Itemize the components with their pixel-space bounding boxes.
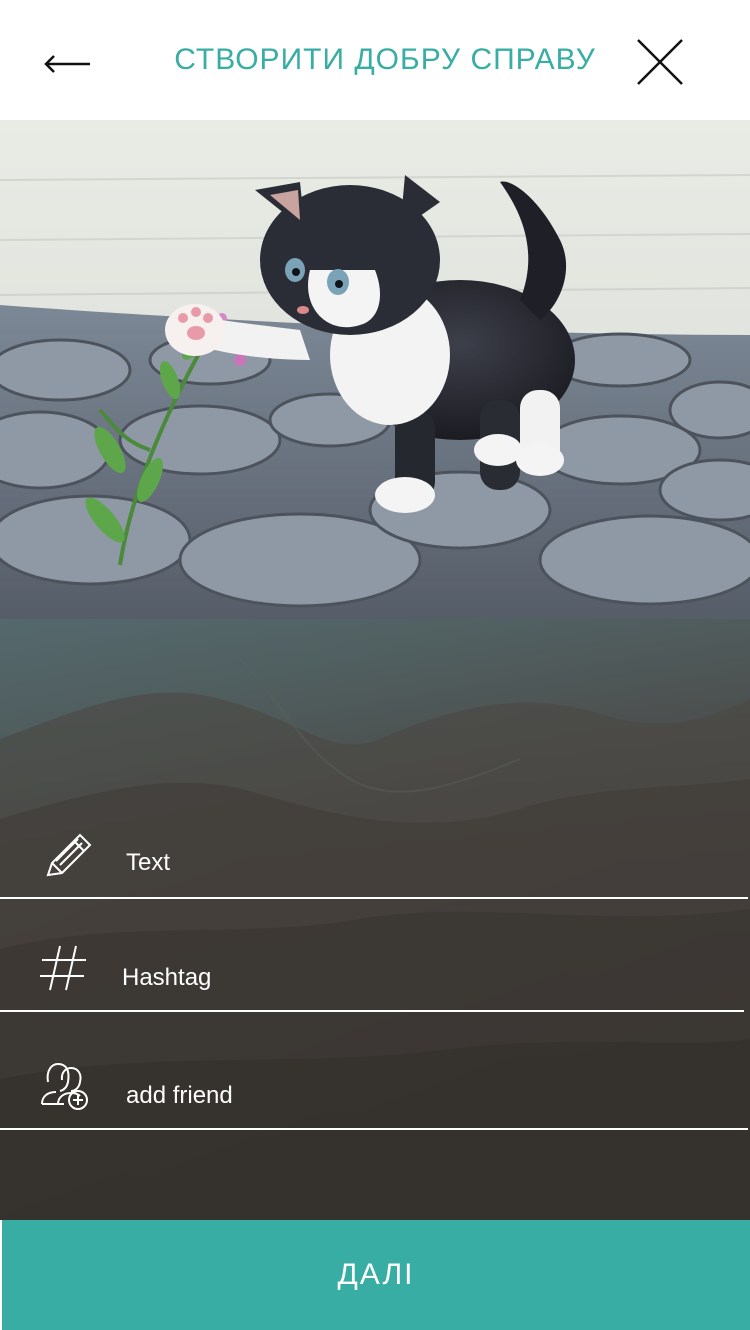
text-field[interactable]: Text	[0, 789, 750, 899]
close-button[interactable]	[632, 34, 688, 90]
next-button[interactable]: ДАЛІ	[2, 1220, 750, 1330]
field-divider	[0, 1128, 748, 1130]
hashtag-icon	[40, 945, 86, 991]
arrow-left-icon	[44, 55, 90, 73]
hashtag-field[interactable]: Hashtag	[0, 902, 750, 1012]
header: СТВОРИТИ ДОБРУ СПРАВУ	[0, 0, 750, 120]
hashtag-field-placeholder: Hashtag	[122, 964, 212, 991]
next-button-label: ДАЛІ	[337, 1258, 415, 1291]
page-title: СТВОРИТИ ДОБРУ СПРАВУ	[174, 43, 596, 76]
field-divider	[0, 897, 748, 899]
add-friend-field[interactable]: add friend	[0, 1020, 750, 1130]
cover-photo	[0, 120, 750, 619]
text-field-placeholder: Text	[126, 849, 171, 876]
close-icon	[637, 39, 683, 85]
add-friend-field-placeholder: add friend	[126, 1082, 233, 1109]
form-area: Text Hashtag add friend	[0, 619, 750, 1220]
field-divider	[0, 1010, 744, 1012]
back-button[interactable]	[40, 44, 96, 84]
add-friend-icon	[41, 1062, 88, 1110]
pencil-icon	[46, 833, 92, 877]
